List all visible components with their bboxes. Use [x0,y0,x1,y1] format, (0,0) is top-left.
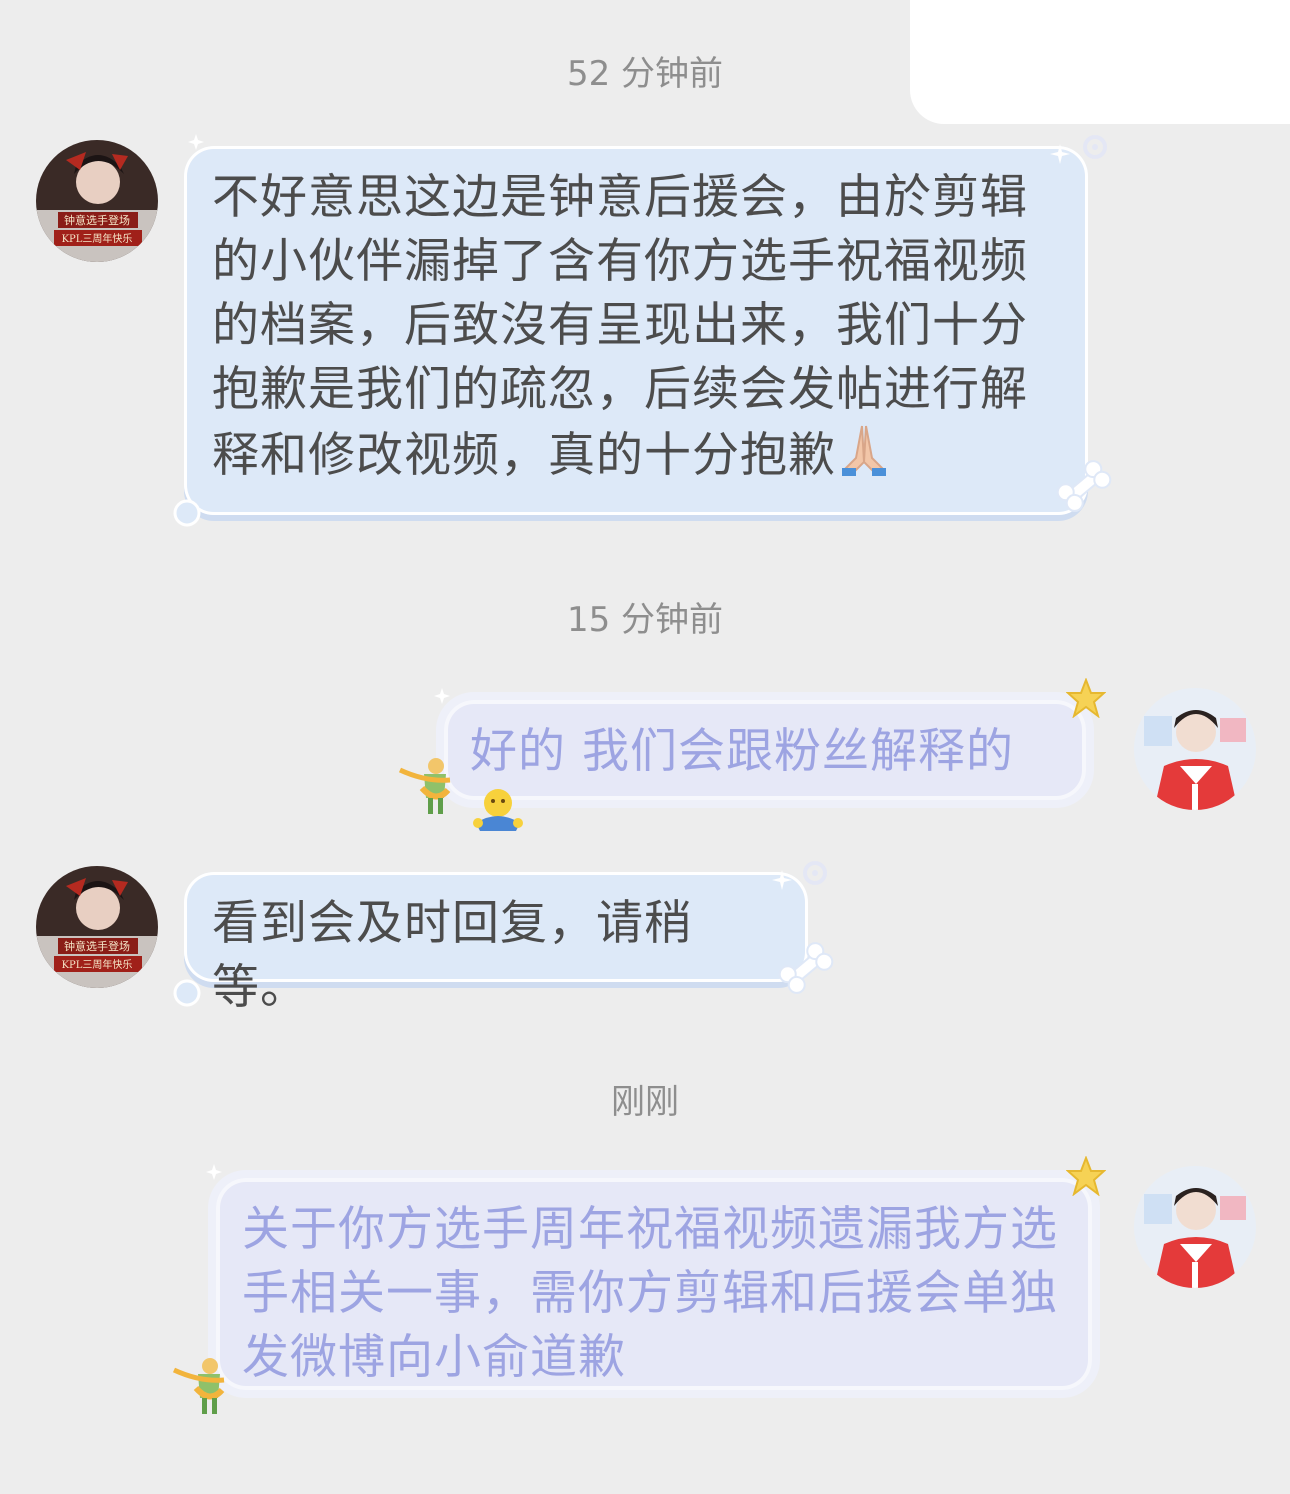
sparkle-icon [772,870,792,894]
little-prince-icon [396,752,460,826]
message-text: 不好意思这边是钟意后援会，由於剪辑的小伙伴漏掉了含有你方选手祝福视频的档案，后致… [212,170,1028,483]
sparkle-icon [206,1164,222,1184]
avatar-outgoing-2[interactable] [1134,1166,1256,1288]
svg-text:KPL三周年快乐: KPL三周年快乐 [62,232,133,245]
avatar-outgoing-image [1134,1166,1256,1288]
swirl-icon [800,858,830,892]
bone-icon [774,936,838,1004]
praying-hands-icon [836,422,892,495]
avatar-outgoing-image [1134,688,1256,810]
message-bubble-outgoing-2[interactable]: 关于你方选手周年祝福视频遗漏我方选手相关一事，需你方剪辑和后援会单独发微博向小俞… [216,1178,1092,1390]
bubble-tail-dot-icon [172,498,202,532]
avatar-outgoing-1[interactable] [1134,688,1256,810]
sparkle-icon [1050,144,1070,168]
message-bubble-outgoing-1[interactable]: 好的 我们会跟粉丝解释的 [444,700,1086,831]
timestamp-1: 52 分钟前 [566,54,724,94]
avatar-incoming-image: 钟意选手登场 KPL三周年快乐 [36,866,158,988]
timestamp-2: 15 分钟前 [566,600,724,640]
avatar-incoming-1[interactable]: 钟意选手登场 KPL三周年快乐 [36,140,158,262]
bone-icon [1052,454,1116,522]
message-text: 看到会及时回复，请稍等。 [212,896,692,1015]
hugging-emoji-icon [470,785,526,852]
svg-text:KPL三周年快乐: KPL三周年快乐 [62,958,133,971]
swirl-icon [1080,132,1110,166]
message-bubble-incoming-1[interactable]: 不好意思这边是钟意后援会，由於剪辑的小伙伴漏掉了含有你方选手祝福视频的档案，后致… [184,146,1088,515]
bubble-tail-dot-icon [172,978,202,1012]
sparkle-icon [188,134,204,154]
message-text: 关于你方选手周年祝福视频遗漏我方选手相关一事，需你方剪辑和后援会单独发微博向小俞… [242,1202,1058,1385]
svg-text:钟意选手登场: 钟意选手登场 [64,213,130,227]
star-icon [1065,677,1107,722]
timestamp-3: 刚刚 [611,1082,679,1122]
little-prince-icon [170,1352,234,1426]
message-bubble-incoming-2[interactable]: 看到会及时回复，请稍等。 [184,872,808,1015]
svg-text:钟意选手登场: 钟意选手登场 [64,939,130,953]
avatar-incoming-2[interactable]: 钟意选手登场 KPL三周年快乐 [36,866,158,988]
sparkle-icon [434,688,450,708]
message-text: 好的 我们会跟粉丝解释的 [470,724,1014,779]
star-icon [1065,1155,1107,1200]
avatar-incoming-image: 钟意选手登场 KPL三周年快乐 [36,140,158,262]
